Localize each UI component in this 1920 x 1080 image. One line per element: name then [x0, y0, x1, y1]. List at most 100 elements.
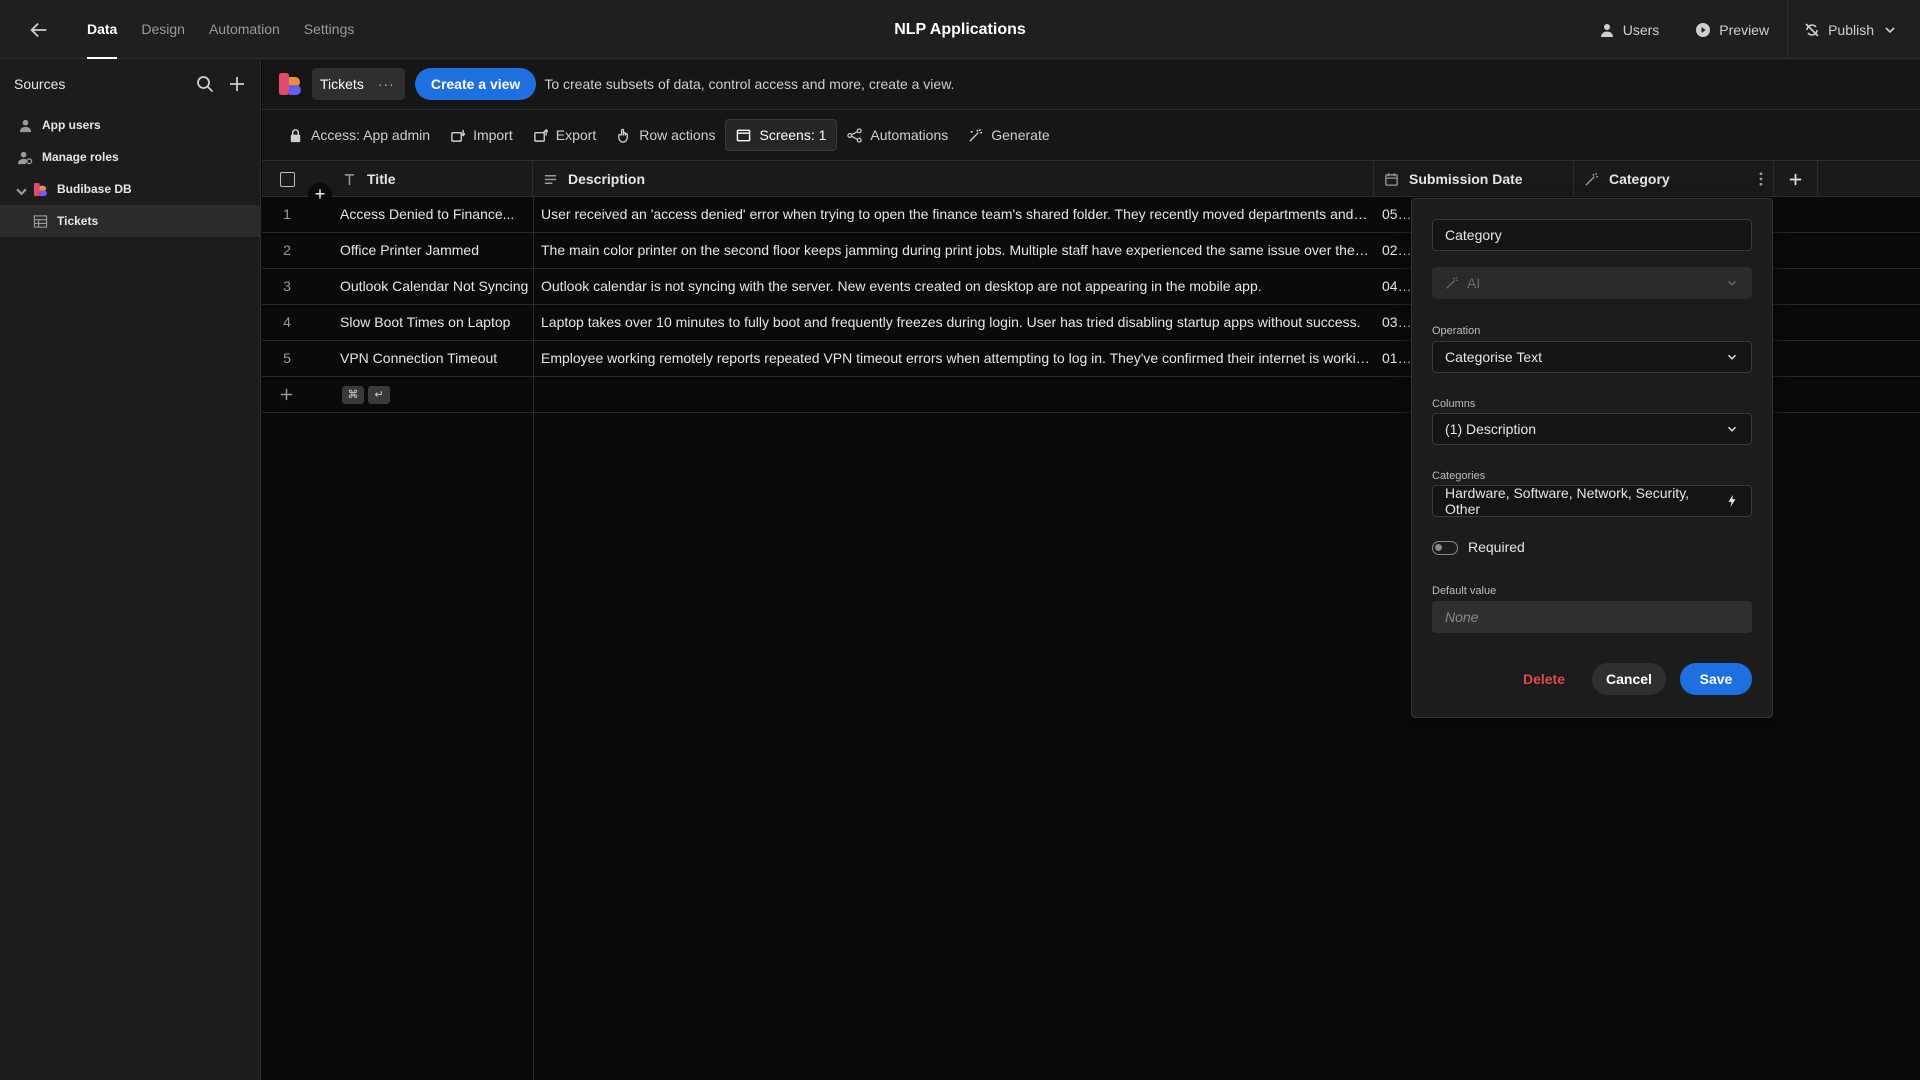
chevron-down-icon[interactable]	[14, 184, 27, 196]
operation-select[interactable]: Categorise Text	[1432, 341, 1752, 373]
access-button[interactable]: Access: App admin	[278, 119, 440, 151]
row-number: 2	[283, 242, 291, 258]
sidebar-item-tickets[interactable]: Tickets	[0, 205, 260, 237]
sources-header: Sources	[0, 59, 260, 109]
sidebar: Sources App users Manage roles Budibase …	[0, 59, 261, 1080]
operation-label: Operation	[1432, 325, 1481, 337]
cell-date[interactable]: 04/05	[1374, 269, 1414, 304]
cell-title[interactable]: Access Denied to Finance...	[332, 197, 530, 232]
roles-icon	[18, 150, 33, 165]
budibase-logo	[33, 182, 48, 197]
edit-column-popover: Category AI Operation Categorise Text Co…	[1411, 198, 1773, 718]
default-value-placeholder: None	[1445, 609, 1479, 625]
save-button[interactable]: Save	[1680, 663, 1752, 695]
publish-off-icon	[1804, 22, 1820, 38]
cell-description[interactable]: The main color printer on the second flo…	[533, 233, 1371, 268]
cell-description[interactable]: User received an 'access denied' error w…	[533, 197, 1371, 232]
cell-description[interactable]: Outlook calendar is not syncing with the…	[533, 269, 1371, 304]
cell-description[interactable]: Employee working remotely reports repeat…	[533, 341, 1371, 376]
required-toggle[interactable]	[1432, 541, 1458, 555]
cancel-button[interactable]: Cancel	[1592, 663, 1666, 695]
hand-pointer-icon	[616, 128, 631, 143]
calendar-icon	[1384, 172, 1399, 187]
chevron-down-icon	[1725, 276, 1739, 290]
cell-title[interactable]: Slow Boot Times on Laptop	[332, 305, 530, 340]
back-arrow-icon[interactable]	[28, 19, 50, 41]
column-label: Category	[1609, 171, 1670, 187]
automations-button[interactable]: Automations	[837, 119, 958, 151]
cell-date[interactable]: 02/05	[1374, 233, 1414, 268]
table-header-bar: Tickets ··· Create a view To create subs…	[262, 59, 1920, 110]
columns-select[interactable]: (1) Description	[1432, 413, 1752, 445]
sidebar-item-manage-roles[interactable]: Manage roles	[0, 141, 260, 173]
ai-wand-icon	[1584, 172, 1599, 187]
cell-title[interactable]: Outlook Calendar Not Syncing	[332, 269, 530, 304]
lightning-bolt-icon[interactable]	[1725, 494, 1739, 508]
column-name-input[interactable]: Category	[1432, 219, 1752, 251]
cell-date[interactable]: 01/05	[1374, 341, 1414, 376]
command-key-icon: ⌘	[342, 386, 364, 404]
lock-icon	[288, 128, 303, 143]
columns-value: (1) Description	[1445, 421, 1537, 437]
categories-label: Categories	[1432, 470, 1486, 482]
tab-data[interactable]: Data	[75, 0, 129, 59]
default-value-input[interactable]: None	[1432, 601, 1752, 633]
search-icon[interactable]	[196, 75, 214, 93]
preview-button[interactable]: Preview	[1677, 0, 1787, 59]
select-all-checkbox[interactable]	[279, 171, 295, 187]
categories-value: Hardware, Software, Network, Security, O…	[1445, 485, 1690, 517]
plus-icon[interactable]	[279, 387, 294, 402]
publish-button[interactable]: Publish	[1787, 0, 1920, 59]
cell-description[interactable]: Laptop takes over 10 minutes to fully bo…	[533, 305, 1371, 340]
grid-toolbar: Access: App admin Import Export Row acti…	[262, 110, 1920, 161]
screen-icon	[736, 128, 751, 143]
ai-wand-icon	[1445, 276, 1459, 290]
tab-automation[interactable]: Automation	[197, 0, 292, 59]
users-button[interactable]: Users	[1581, 0, 1678, 59]
export-button[interactable]: Export	[523, 119, 606, 151]
sidebar-item-budibase-db[interactable]: Budibase DB	[0, 173, 260, 205]
cell-title[interactable]: Office Printer Jammed	[332, 233, 530, 268]
column-label: Title	[367, 171, 396, 187]
play-icon	[1695, 22, 1711, 38]
cell-date[interactable]: 03/05	[1374, 305, 1414, 340]
add-source-icon[interactable]	[228, 75, 246, 93]
share-network-icon	[847, 127, 863, 143]
add-column-button[interactable]	[1774, 161, 1818, 197]
sidebar-item-app-users[interactable]: App users	[0, 109, 260, 141]
table-name-chip[interactable]: Tickets ···	[312, 68, 405, 100]
sidebar-item-label: Budibase DB	[57, 182, 132, 196]
import-button[interactable]: Import	[440, 119, 523, 151]
create-view-hint: To create subsets of data, control acces…	[544, 76, 955, 92]
more-options-icon[interactable]: ···	[378, 76, 395, 92]
export-label: Export	[555, 127, 597, 143]
delete-button[interactable]: Delete	[1512, 663, 1576, 695]
row-actions-button[interactable]: Row actions	[606, 119, 725, 151]
categories-input[interactable]: Hardware, Software, Network, Security, O…	[1432, 485, 1752, 517]
row-number: 1	[283, 206, 291, 222]
tab-design[interactable]: Design	[129, 0, 197, 59]
operation-value: Categorise Text	[1445, 349, 1543, 365]
top-bar: Data Design Automation Settings NLP Appl…	[0, 0, 1920, 59]
grid-header: Title Description Submission Date Catego…	[262, 161, 1920, 197]
generate-button[interactable]: Generate	[958, 119, 1059, 151]
column-label: Submission Date	[1409, 171, 1523, 187]
column-header-submission-date[interactable]: Submission Date	[1374, 161, 1574, 197]
cell-date[interactable]: 05/05	[1374, 197, 1414, 232]
tab-settings[interactable]: Settings	[292, 0, 367, 59]
screens-label: Screens: 1	[759, 127, 827, 143]
text-type-icon	[342, 172, 357, 187]
user-icon	[1599, 22, 1615, 38]
create-view-button[interactable]: Create a view	[414, 68, 537, 100]
cell-title[interactable]: VPN Connection Timeout	[332, 341, 530, 376]
column-header-title[interactable]: Title	[332, 161, 533, 197]
column-header-category[interactable]: Category	[1574, 161, 1774, 197]
sidebar-item-label: Manage roles	[42, 150, 119, 164]
column-header-description[interactable]: Description	[533, 161, 1374, 197]
chevron-down-icon	[1725, 422, 1739, 436]
users-icon	[18, 118, 33, 133]
enter-key-icon: ↵	[368, 386, 390, 404]
screens-button[interactable]: Screens: 1	[725, 119, 838, 151]
kebab-menu-icon[interactable]	[1759, 172, 1763, 186]
plus-icon	[1788, 172, 1803, 187]
